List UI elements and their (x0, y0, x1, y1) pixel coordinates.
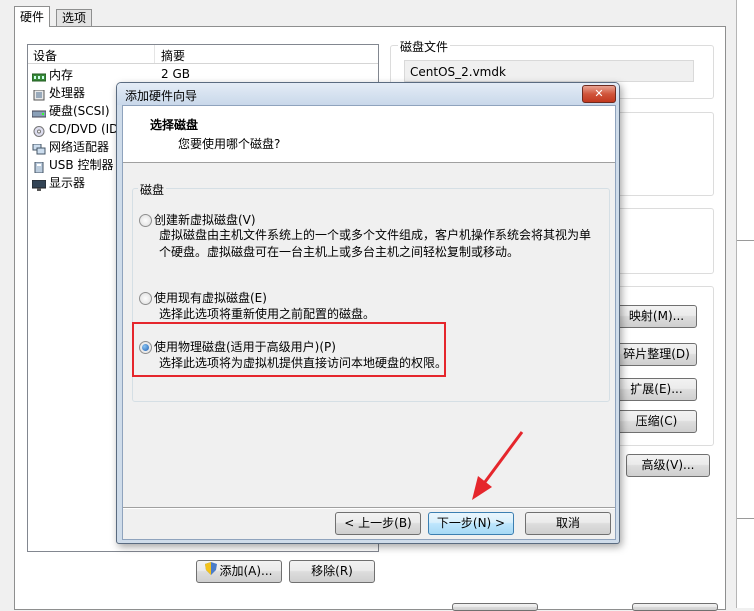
dialog-title: 添加硬件向导 (125, 89, 198, 103)
add-hardware-wizard-dialog: 添加硬件向导 ✕ 选择磁盘 您要使用哪个磁盘? 磁盘 创建新虚拟磁盘(V) 虚拟… (116, 82, 620, 544)
annotation-arrow-icon (472, 431, 524, 500)
create-new-disk-radio[interactable] (139, 214, 152, 227)
create-new-disk-desc-2: 个硬盘。虚拟磁盘可在一台主机上或多台主机之间轻松复制或移动。 (159, 245, 520, 259)
device-label: 硬盘(SCSI) (49, 104, 110, 118)
memory-summary: 2 GB (161, 67, 190, 81)
expand-button[interactable]: 扩展(E)... (616, 378, 697, 401)
defragment-button[interactable]: 碎片整理(D) (616, 343, 697, 366)
shield-icon (205, 561, 218, 582)
device-label: USB 控制器 (49, 158, 114, 172)
device-list-header: 设备 摘要 (28, 45, 378, 64)
device-row-network[interactable]: 网络适配器 (32, 138, 109, 156)
close-icon: ✕ (594, 87, 604, 100)
advanced-button[interactable]: 高级(V)... (626, 454, 710, 477)
ok-button-partial[interactable] (452, 603, 538, 611)
device-row-memory[interactable]: 内存 (31, 66, 74, 84)
use-existing-disk-label[interactable]: 使用现有虚拟磁盘(E) (154, 289, 267, 306)
usb-icon (32, 160, 46, 174)
create-new-disk-desc-1: 虚拟磁盘由主机文件系统上的一个或多个文件组成，客户机操作系统会将其视为单 (159, 228, 592, 242)
device-row-hard-disk[interactable]: 硬盘(SCSI) (31, 102, 110, 120)
display-icon (31, 178, 47, 191)
annotation-highlight-box (132, 322, 446, 377)
device-row-processor[interactable]: 处理器 (32, 84, 85, 102)
device-row-display[interactable]: 显示器 (31, 174, 86, 192)
disk-file-field[interactable]: CentOS_2.vmdk (404, 60, 694, 82)
hard-disk-icon (31, 106, 47, 118)
dialog-titlebar[interactable]: 添加硬件向导 ✕ (117, 83, 619, 105)
device-label: CD/DVD (IDE (49, 122, 126, 136)
summary-column-header[interactable]: 摘要 (161, 47, 185, 64)
tab-hardware[interactable]: 硬件 (14, 6, 51, 27)
tab-options[interactable]: 选项 (56, 9, 93, 27)
cancel-button[interactable]: 取消 (525, 512, 611, 535)
next-button[interactable]: 下一步(N) > (428, 512, 514, 535)
add-hardware-label: 添加(A)... (219, 564, 273, 578)
close-button[interactable]: ✕ (582, 85, 616, 103)
wizard-header: 选择磁盘 您要使用哪个磁盘? (123, 106, 615, 163)
use-existing-disk-radio[interactable] (139, 292, 152, 305)
device-label: 处理器 (49, 86, 86, 100)
compact-button[interactable]: 压缩(C) (616, 410, 697, 433)
device-row-cd-dvd[interactable]: CD/DVD (IDE (32, 120, 126, 138)
create-new-disk-label[interactable]: 创建新虚拟磁盘(V) (154, 211, 256, 228)
device-label: 显示器 (49, 176, 86, 190)
footer-divider-highlight (123, 508, 615, 509)
use-existing-disk-desc: 选择此选项将重新使用之前配置的磁盘。 (159, 307, 376, 321)
device-row-usb[interactable]: USB 控制器 (32, 156, 113, 174)
memory-icon (31, 70, 47, 82)
back-button[interactable]: < 上一步(B) (335, 512, 421, 535)
remove-hardware-button[interactable]: 移除(R) (289, 560, 375, 583)
processor-icon (32, 88, 46, 101)
cd-dvd-icon (32, 124, 46, 137)
network-adapter-icon (32, 142, 46, 155)
disk-group-label: 磁盘 (138, 181, 167, 198)
wizard-step-title: 选择磁盘 (150, 118, 199, 132)
background-window-edge (736, 0, 754, 608)
add-hardware-button[interactable]: 添加(A)... (196, 560, 282, 583)
map-button[interactable]: 映射(M)... (616, 305, 697, 328)
device-label: 网络适配器 (49, 140, 110, 154)
wizard-step-subtitle: 您要使用哪个磁盘? (178, 137, 281, 151)
disk-file-label: 磁盘文件 (398, 38, 451, 55)
device-label: 内存 (49, 68, 74, 82)
device-column-header[interactable]: 设备 (33, 47, 57, 64)
cancel-button-partial[interactable] (632, 603, 718, 611)
